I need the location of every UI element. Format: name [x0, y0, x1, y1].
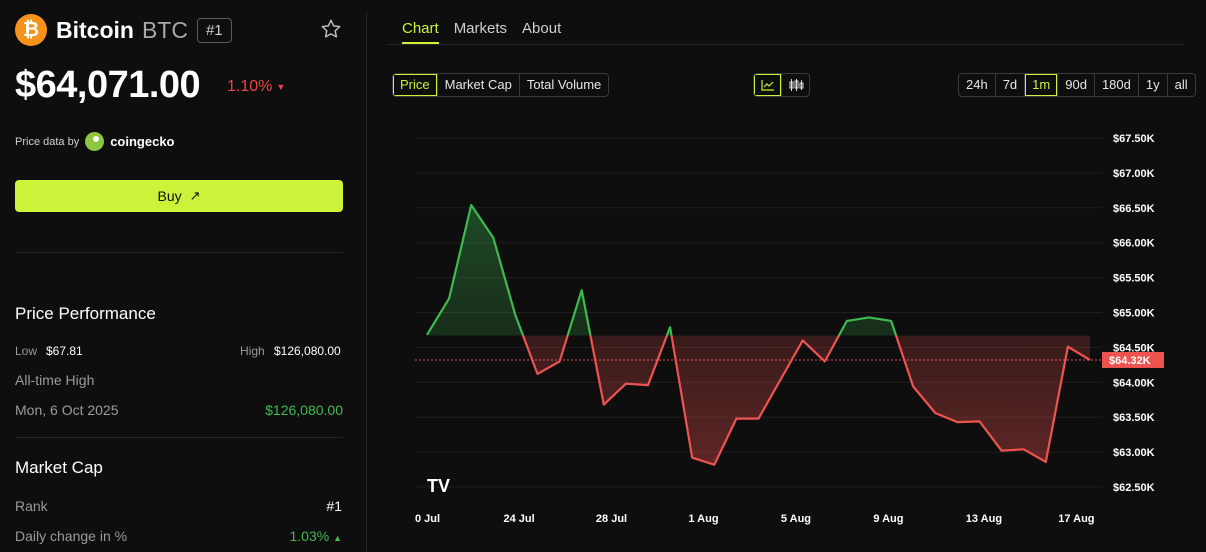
- x-tick-label: 13 Aug: [966, 513, 1002, 525]
- coingecko-logo-icon: [85, 132, 105, 151]
- y-tick-label: $66.50K: [1113, 203, 1155, 215]
- y-tick-label: $67.50K: [1113, 133, 1155, 145]
- y-tick-label: $63.50K: [1113, 412, 1155, 424]
- price-change-value: 1.10%: [227, 78, 273, 95]
- coin-name: Bitcoin: [56, 16, 134, 43]
- divider: [15, 437, 343, 438]
- daily-change: 1.03% ▲: [289, 528, 342, 544]
- y-tick-label: $67.00K: [1113, 168, 1155, 180]
- price-performance-title: Price Performance: [15, 304, 156, 323]
- high-value: $126,080.00: [274, 344, 341, 358]
- price-source-name[interactable]: coingecko: [110, 134, 174, 149]
- price-source: Price data by coingecko: [15, 132, 175, 151]
- current-price-label: $64.32K: [1109, 355, 1151, 367]
- x-tick-label: 1 Aug: [688, 513, 718, 525]
- y-tick-label: $65.50K: [1113, 273, 1155, 285]
- price-change: 1.10% ▼: [227, 78, 285, 96]
- buy-button[interactable]: Buy ↗: [15, 180, 343, 212]
- y-tick-label: $62.50K: [1113, 482, 1155, 494]
- x-tick-label: 5 Aug: [781, 513, 811, 525]
- bitcoin-logo-icon: ₿: [15, 14, 47, 46]
- low-label: Low: [15, 344, 38, 358]
- down-arrow-icon: ▼: [276, 81, 286, 92]
- daily-change-value: 1.03%: [289, 528, 330, 544]
- y-tick-label: $64.00K: [1113, 377, 1155, 389]
- coin-header: ₿ Bitcoin BTC #1: [15, 14, 232, 46]
- rank-badge: #1: [196, 17, 232, 43]
- buy-label: Buy: [157, 188, 182, 204]
- rank-label: Rank: [15, 498, 48, 514]
- price-source-label: Price data by: [15, 135, 80, 148]
- y-tick-label: $66.00K: [1113, 238, 1155, 250]
- up-arrow-icon: ▲: [333, 533, 342, 543]
- high-label: High: [240, 344, 265, 358]
- rank-value: #1: [326, 498, 342, 514]
- y-tick-label: $63.00K: [1113, 447, 1155, 459]
- market-cap-title: Market Cap: [15, 458, 103, 477]
- chart-panel: Chart Markets About Price Market Cap Tot…: [367, 0, 1206, 552]
- x-tick-label: 9 Aug: [873, 513, 903, 525]
- x-tick-label: 24 Jul: [503, 513, 534, 525]
- watchlist-star-icon[interactable]: [320, 18, 342, 40]
- y-tick-label: $65.00K: [1113, 308, 1155, 320]
- external-arrow-icon: ↗: [189, 188, 201, 203]
- area-below-baseline: [427, 335, 1090, 465]
- coin-symbol: BTC: [141, 16, 188, 43]
- ath-date: Mon, 6 Oct 2025: [15, 402, 119, 418]
- x-tick-label: 28 Jul: [596, 513, 627, 525]
- tradingview-logo-icon: TV: [427, 476, 450, 496]
- price-chart[interactable]: $67.50K $67.00K $66.50K $66.00K $65.50K $65.0…: [367, 0, 1206, 552]
- daily-change-label: Daily change in %: [15, 528, 128, 544]
- low-value: $67.81: [46, 344, 83, 358]
- coin-panel: ₿ Bitcoin BTC #1 $64,071.00 1.10% ▼ Price…: [0, 0, 366, 552]
- x-tick-label: 17 Aug: [1058, 513, 1094, 525]
- x-tick-label: 0 Jul: [415, 513, 440, 525]
- divider: [15, 252, 343, 253]
- current-price: $64,071.00: [15, 64, 201, 106]
- ath-label: All-time High: [15, 372, 95, 388]
- ath-value: $126,080.00: [265, 402, 343, 418]
